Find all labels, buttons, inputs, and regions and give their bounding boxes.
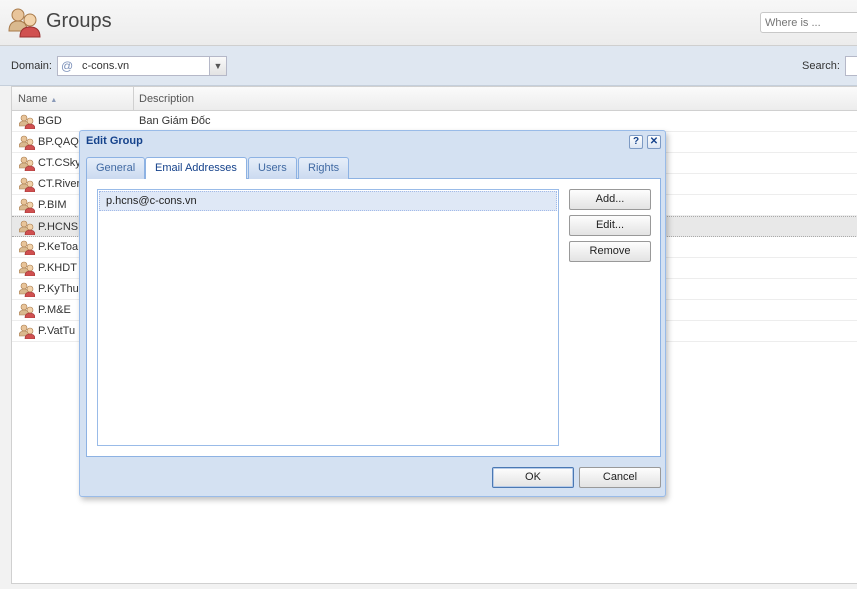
group-name: P.HCNS bbox=[38, 221, 79, 233]
search-input[interactable] bbox=[845, 56, 857, 76]
close-icon[interactable]: ✕ bbox=[647, 135, 661, 149]
group-name: CT.River bbox=[38, 178, 81, 190]
edit-group-dialog: Edit Group ? ✕ General Email Addresses U… bbox=[79, 130, 666, 497]
cancel-button[interactable]: Cancel bbox=[579, 467, 661, 488]
grid-header: Name ▲ Description bbox=[12, 86, 857, 111]
table-row[interactable]: BGD Ban Giám Đốc bbox=[12, 111, 857, 132]
group-icon bbox=[18, 261, 36, 277]
tab-email-addresses[interactable]: Email Addresses bbox=[145, 157, 247, 180]
group-icon bbox=[18, 303, 36, 319]
chevron-down-icon[interactable]: ▼ bbox=[209, 57, 226, 75]
column-header-description[interactable]: Description bbox=[139, 87, 194, 111]
sort-ascending-icon: ▲ bbox=[50, 97, 58, 104]
group-name: CT.CSky bbox=[38, 157, 81, 169]
tab-bar: General Email Addresses Users Rights bbox=[86, 157, 661, 180]
group-icon bbox=[18, 198, 36, 214]
list-item[interactable]: p.hcns@c-cons.vn bbox=[99, 191, 557, 211]
group-icon bbox=[18, 282, 36, 298]
group-name: BGD bbox=[38, 115, 62, 127]
toolbar: Domain: @ c-cons.vn ▼ Search: bbox=[0, 46, 857, 86]
group-name: P.M&E bbox=[38, 304, 71, 316]
group-name: P.KeToa bbox=[38, 241, 79, 253]
page-title: Groups bbox=[46, 10, 112, 32]
column-header-name-label: Name bbox=[18, 93, 48, 105]
column-header-name[interactable]: Name ▲ bbox=[12, 87, 134, 111]
edit-button[interactable]: Edit... bbox=[569, 215, 651, 236]
group-icon bbox=[18, 240, 36, 256]
group-name: P.KHDT bbox=[38, 262, 77, 274]
domain-label: Domain: bbox=[11, 60, 52, 72]
groups-icon bbox=[8, 8, 41, 38]
email-address-list[interactable]: p.hcns@c-cons.vn bbox=[97, 189, 559, 446]
group-icon bbox=[18, 114, 36, 130]
group-icon bbox=[18, 135, 36, 151]
ok-button[interactable]: OK bbox=[492, 467, 574, 488]
tab-general[interactable]: General bbox=[86, 157, 146, 179]
at-sign-icon: @ bbox=[61, 59, 74, 73]
search-label: Search: bbox=[802, 60, 840, 72]
page-header: Groups bbox=[0, 0, 857, 46]
domain-value: c-cons.vn bbox=[82, 60, 130, 72]
help-icon[interactable]: ? bbox=[629, 135, 643, 149]
add-button[interactable]: Add... bbox=[569, 189, 651, 210]
group-name: P.KyThu bbox=[38, 283, 79, 295]
group-name: P.BIM bbox=[38, 199, 67, 211]
group-description: Ban Giám Đốc bbox=[139, 115, 211, 127]
group-icon bbox=[18, 177, 36, 193]
group-name: BP.QAQ bbox=[38, 136, 79, 148]
email-addresses-panel: p.hcns@c-cons.vn Add... Edit... Remove bbox=[86, 179, 661, 457]
tab-users[interactable]: Users bbox=[248, 157, 297, 179]
group-name: P.VatTu bbox=[38, 325, 76, 337]
group-icon bbox=[18, 156, 36, 172]
remove-button[interactable]: Remove bbox=[569, 241, 651, 262]
group-icon bbox=[18, 324, 36, 340]
dialog-title: Edit Group bbox=[86, 135, 143, 147]
where-is-input[interactable] bbox=[760, 12, 857, 33]
tab-rights[interactable]: Rights bbox=[298, 157, 350, 179]
group-icon bbox=[18, 220, 36, 236]
domain-combobox[interactable]: @ c-cons.vn ▼ bbox=[57, 56, 227, 76]
